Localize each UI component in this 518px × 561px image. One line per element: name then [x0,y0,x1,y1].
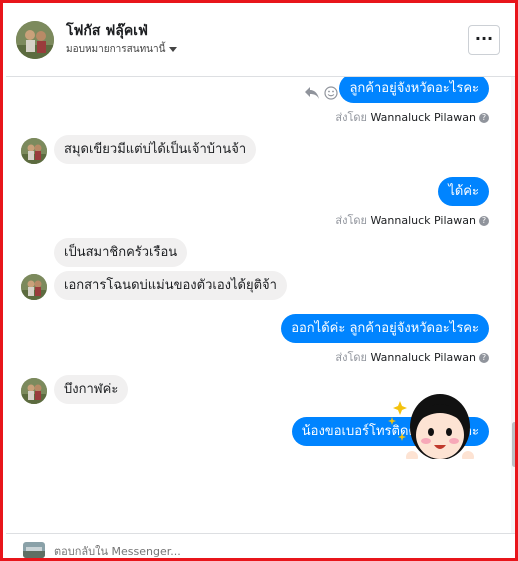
sender-name[interactable]: Wannaluck Pilawan [371,214,477,227]
sender-name[interactable]: Wannaluck Pilawan [371,111,477,124]
help-icon[interactable]: ? [479,216,489,226]
message-bubble-outgoing[interactable]: ออกได้ค่ะ ลูกค้าอยู่จังหวัดอะไรคะ [281,314,489,343]
message-bubble-incoming[interactable]: บึงกาฬค่ะ [54,375,129,404]
contact-name[interactable]: โฟกัส ฟลุ๊คเฟ่ [66,20,148,42]
more-options-button[interactable]: ··· [468,25,500,55]
message-thread[interactable]: ลูกค้าอยู่จังหวัดอะไรคะ ส่งโดย Wannaluck… [6,77,515,533]
help-icon[interactable]: ? [479,353,489,363]
reply-composer [6,533,515,558]
sent-by-label: ส่งโดย Wannaluck Pilawan? [335,348,489,366]
contact-avatar-small[interactable] [21,378,47,404]
message-bubble-incoming[interactable]: สมุดเขียวมีแต่บ่ได้เป็นเจ้าบ้านจ้า [54,135,257,164]
page-avatar-thumbnail [23,542,45,558]
message-bubble-incoming[interactable]: เป็นสมาชิกครัวเรือน [54,238,188,267]
reply-input[interactable] [54,543,494,558]
thread-scrollbar[interactable] [511,77,515,533]
messenger-window: โฟกัส ฟลุ๊คเฟ่ มอบหมายการสนทนานี้ ··· ลู… [0,0,518,561]
chevron-down-icon [169,46,178,52]
sent-by-label: ส่งโดย Wannaluck Pilawan? [335,211,489,229]
contact-avatar-small[interactable] [21,274,47,300]
message-bubble-outgoing[interactable]: ได้ค่ะ [438,177,489,206]
conversation-header: โฟกัส ฟลุ๊คเฟ่ มอบหมายการสนทนานี้ ··· [6,6,515,77]
reply-icon[interactable] [304,85,320,104]
contact-avatar-small[interactable] [21,138,47,164]
scrollbar-thumb[interactable] [512,422,515,467]
assign-label: มอบหมายการสนทนานี้ [66,44,166,55]
emoji-icon[interactable] [324,85,338,104]
sent-by-prefix: ส่งโดย [335,111,367,124]
sender-name[interactable]: Wannaluck Pilawan [371,351,477,364]
message-bubble-incoming[interactable]: เอกสารโฉนดบ่แม่นของตัวเองได้ยุติจ้า [54,271,287,300]
help-icon[interactable]: ? [479,113,489,123]
message-bubble-outgoing[interactable]: ลูกค้าอยู่จังหวัดอะไรคะ [339,77,489,103]
sticker-image[interactable] [388,389,483,463]
contact-avatar[interactable] [16,21,54,59]
sent-by-prefix: ส่งโดย [335,351,367,364]
more-icon: ··· [474,29,494,48]
sent-by-label: ส่งโดย Wannaluck Pilawan? [335,108,489,126]
assign-conversation-dropdown[interactable]: มอบหมายการสนทนานี้ [66,42,178,57]
sent-by-prefix: ส่งโดย [335,214,367,227]
